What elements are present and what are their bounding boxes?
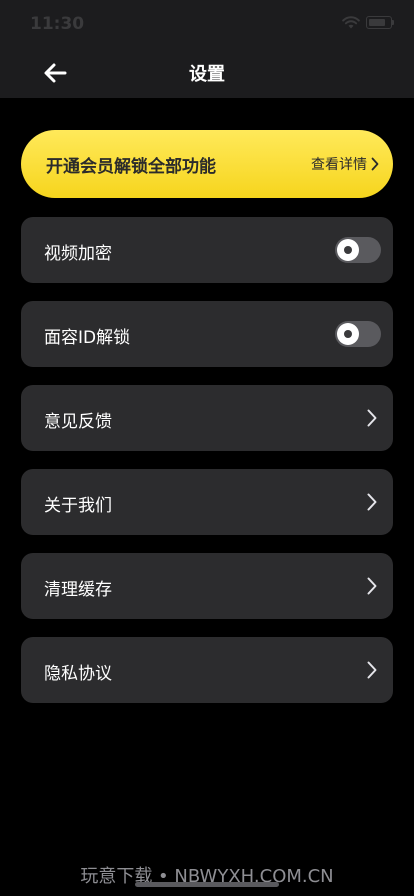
- setting-label: 面容ID解锁: [44, 328, 131, 348]
- setting-row-privacy-policy[interactable]: 隐私协议: [21, 637, 393, 703]
- setting-label: 关于我们: [44, 496, 112, 516]
- battery-icon: [366, 16, 394, 29]
- vip-detail-link[interactable]: 查看详情: [311, 154, 379, 174]
- vip-banner-title: 开通会员解锁全部功能: [46, 157, 216, 177]
- chevron-right-icon: [367, 577, 377, 595]
- setting-row-face-id-unlock: 面容ID解锁: [21, 301, 393, 367]
- navigation-header: 11:30 设置: [0, 0, 414, 98]
- chevron-right-icon: [367, 409, 377, 427]
- video-encryption-toggle[interactable]: [335, 237, 381, 263]
- vip-detail-label: 查看详情: [311, 157, 367, 173]
- toggle-knob: [337, 239, 359, 261]
- status-bar-time: 11:30: [30, 14, 85, 34]
- wifi-icon: [342, 16, 360, 29]
- status-bar-icons: [342, 16, 394, 29]
- setting-label: 清理缓存: [44, 580, 112, 600]
- toggle-knob: [337, 323, 359, 345]
- home-indicator[interactable]: [135, 882, 279, 887]
- page-title: 设置: [189, 64, 225, 85]
- chevron-right-icon: [371, 157, 379, 171]
- setting-row-feedback[interactable]: 意见反馈: [21, 385, 393, 451]
- face-id-unlock-toggle[interactable]: [335, 321, 381, 347]
- setting-row-clear-cache[interactable]: 清理缓存: [21, 553, 393, 619]
- setting-label: 隐私协议: [44, 664, 112, 684]
- setting-row-about-us[interactable]: 关于我们: [21, 469, 393, 535]
- chevron-right-icon: [367, 493, 377, 511]
- setting-label: 视频加密: [44, 244, 112, 264]
- vip-upgrade-banner[interactable]: 开通会员解锁全部功能 查看详情: [21, 130, 393, 198]
- setting-row-video-encryption: 视频加密: [21, 217, 393, 283]
- setting-label: 意见反馈: [44, 412, 112, 432]
- chevron-right-icon: [367, 661, 377, 679]
